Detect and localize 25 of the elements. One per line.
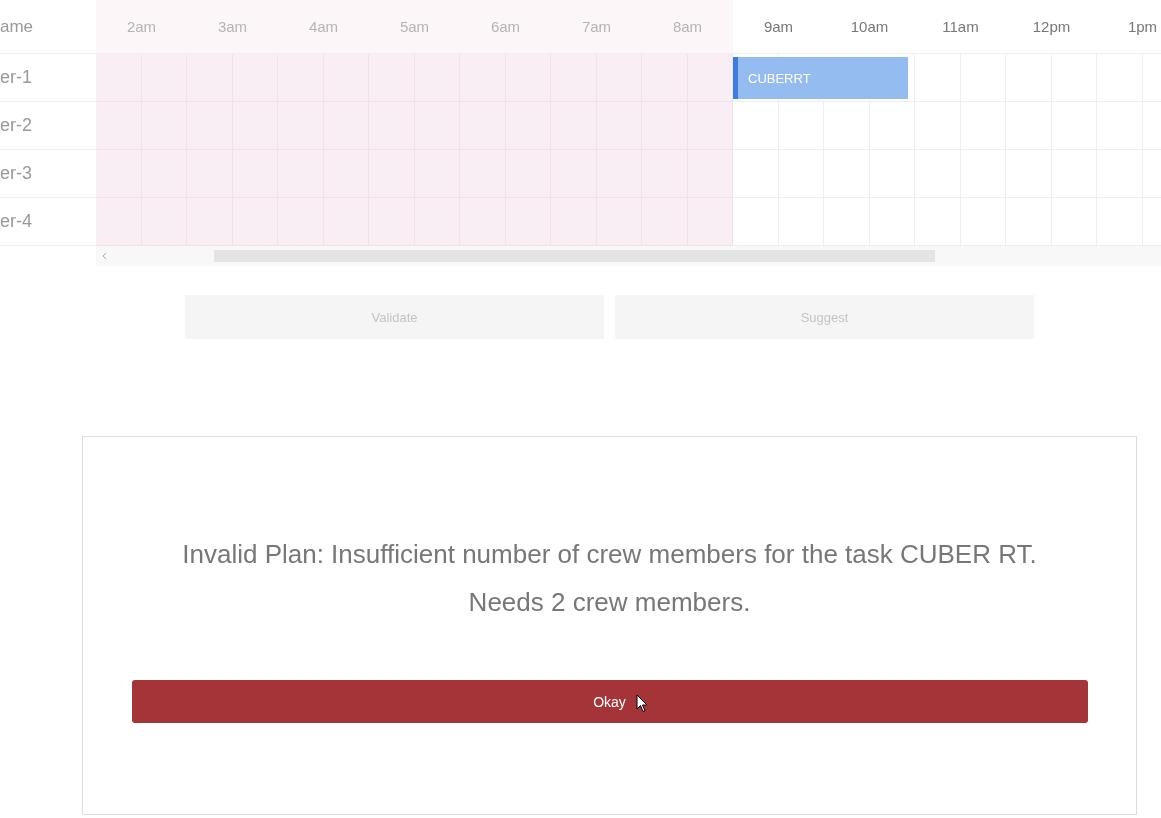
schedule-cell[interactable]	[733, 102, 824, 150]
pointer-cursor-icon	[635, 694, 648, 713]
dialog-message: Invalid Plan: Insufficient number of crew members for the task CUBER RT. Needs 2 crew members.	[181, 538, 1038, 619]
schedule-cell[interactable]	[642, 54, 733, 102]
schedule-cell[interactable]	[642, 198, 733, 246]
hour-header: 8am	[642, 0, 733, 54]
schedule-cell[interactable]	[733, 198, 824, 246]
schedule-cell[interactable]	[96, 54, 187, 102]
scroll-left-icon[interactable]	[103, 253, 107, 259]
hour-header: 4am	[278, 0, 369, 54]
hour-header: 5am	[369, 0, 460, 54]
schedule-cell[interactable]: CUBERRT	[733, 54, 915, 102]
schedule-cell[interactable]	[642, 102, 733, 150]
hour-header: 7am	[551, 0, 642, 54]
schedule-cell[interactable]	[642, 150, 733, 198]
task-block[interactable]: CUBERRT	[733, 57, 908, 99]
schedule-cell[interactable]	[733, 150, 824, 198]
hour-header: 2am	[96, 0, 187, 54]
schedule-cell[interactable]	[96, 102, 187, 150]
hour-header: 3am	[187, 0, 278, 54]
horizontal-scrollbar[interactable]	[96, 246, 1161, 266]
hour-header: 6am	[460, 0, 551, 54]
schedule-cell[interactable]	[96, 150, 187, 198]
okay-button[interactable]: Okay	[131, 680, 1088, 723]
schedule-cell[interactable]	[96, 198, 187, 246]
